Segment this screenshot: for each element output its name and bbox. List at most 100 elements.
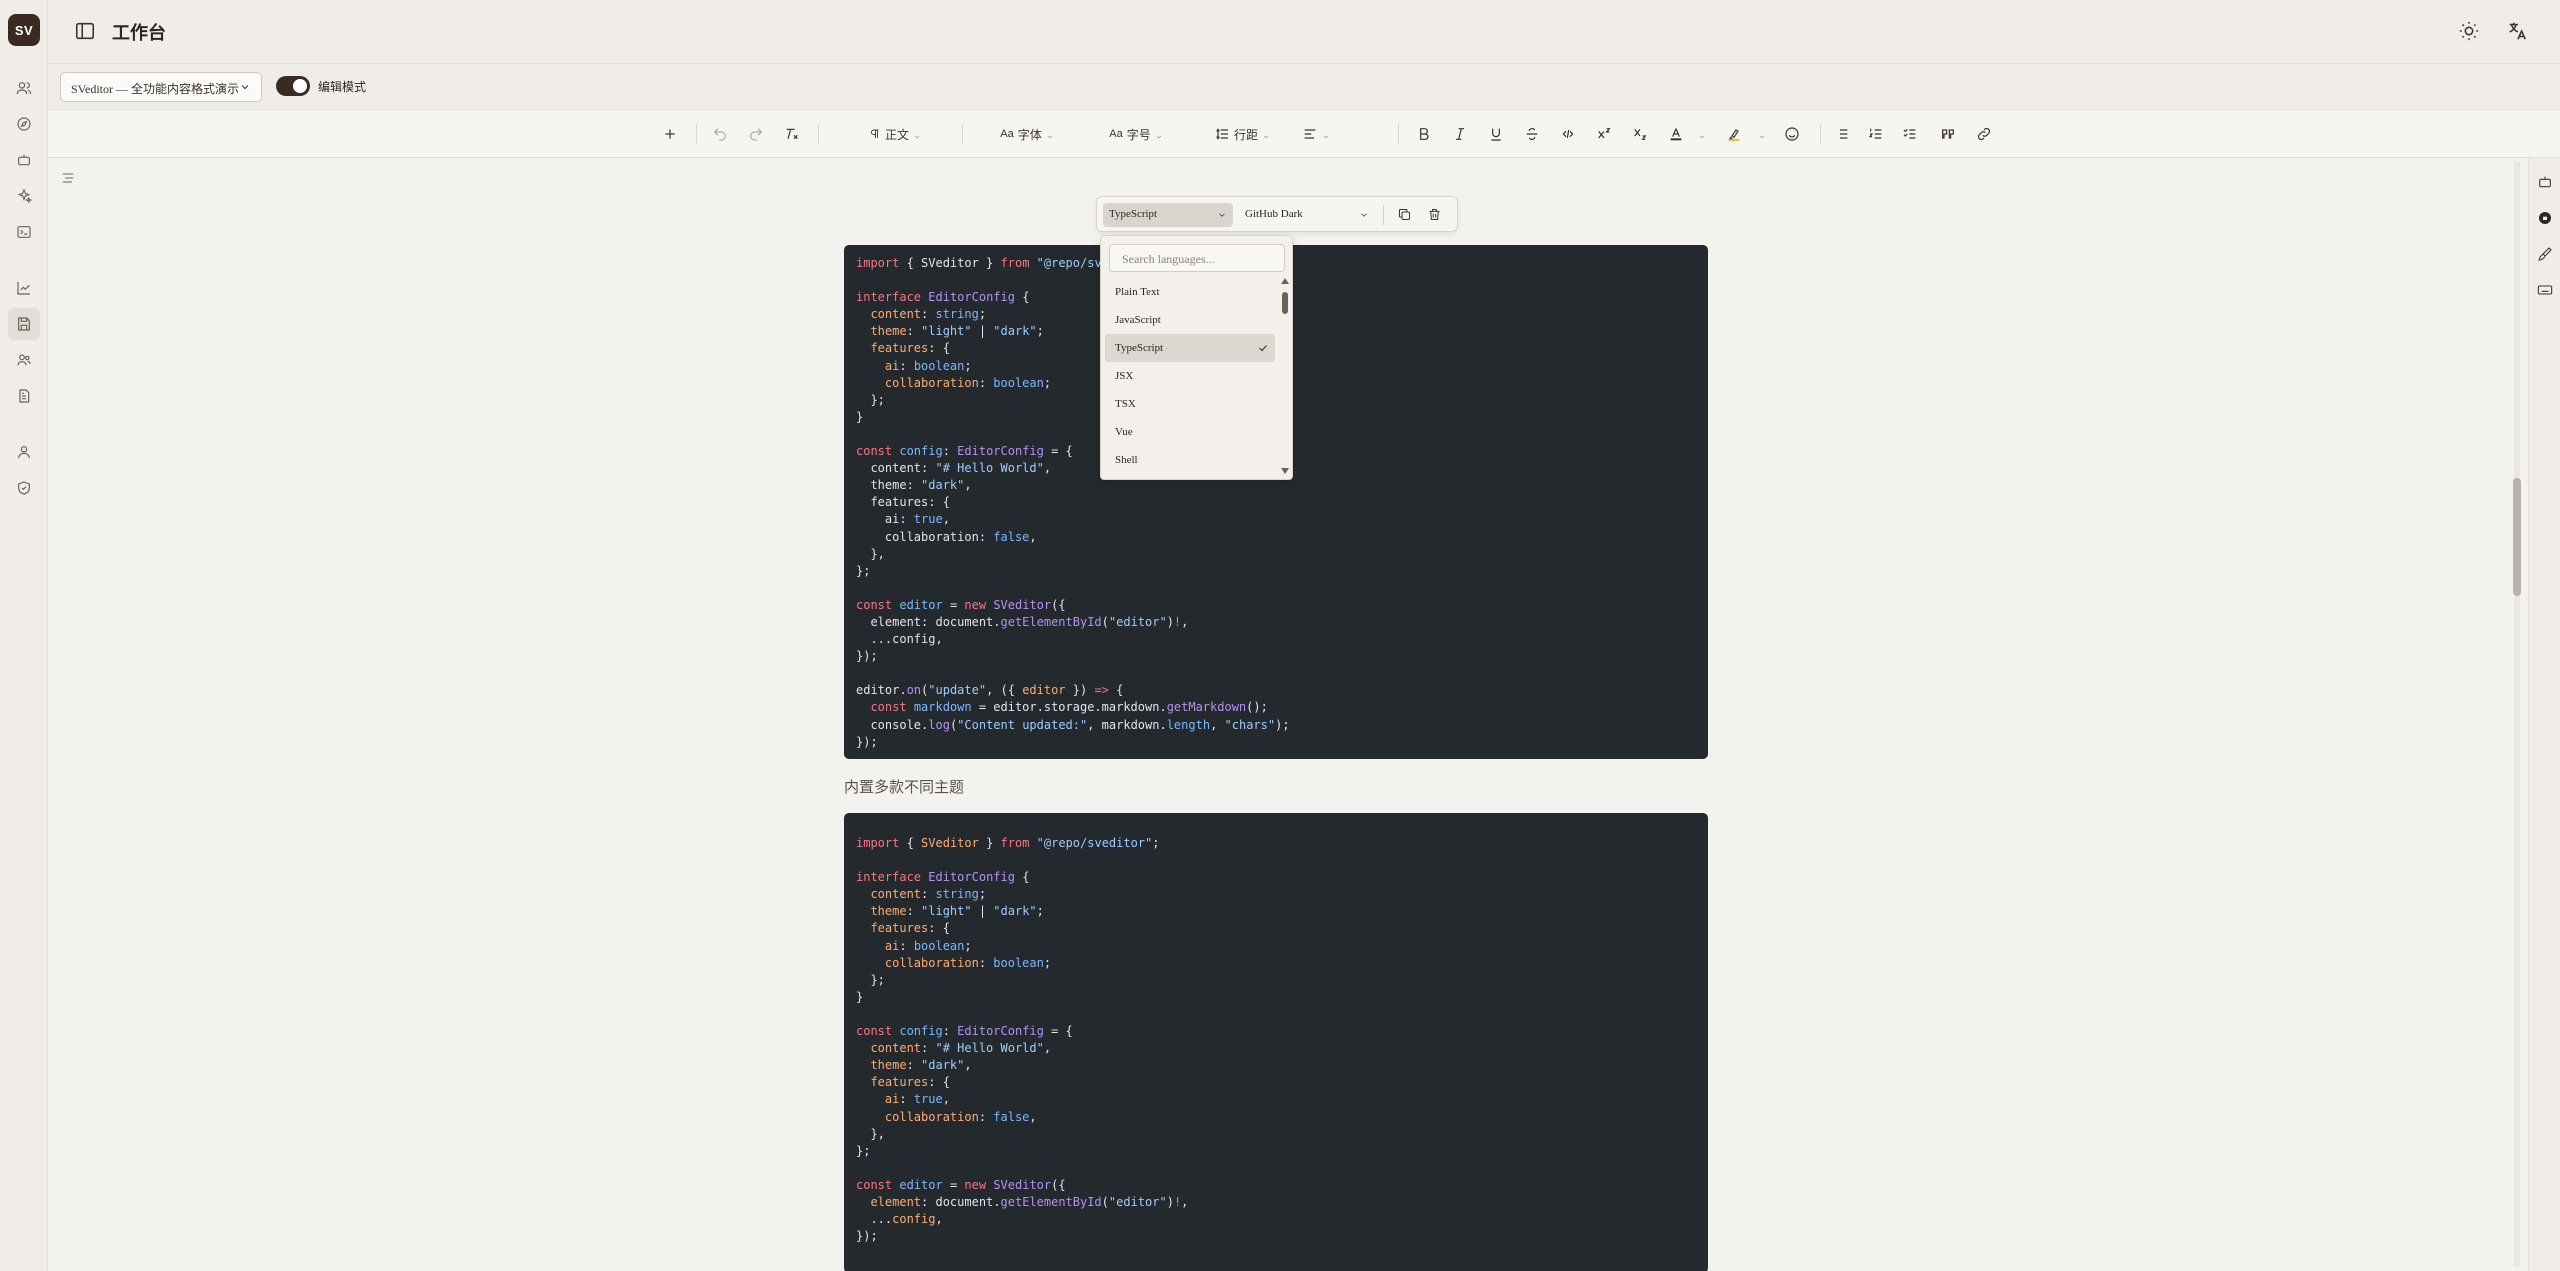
chevron-down-icon xyxy=(1217,210,1227,220)
sidebar-toggle-icon[interactable] xyxy=(74,20,96,42)
italic-icon xyxy=(1456,128,1464,140)
theme-select[interactable]: GitHub Dark xyxy=(1241,203,1375,227)
ordered-list-icon xyxy=(1868,128,1882,139)
text-color-dropdown[interactable] xyxy=(1694,122,1706,146)
shield-icon[interactable] xyxy=(12,476,36,500)
text-color-button[interactable] xyxy=(1664,122,1688,146)
italic-button[interactable] xyxy=(1448,122,1472,146)
robot-icon[interactable] xyxy=(12,148,36,172)
bullet-list-button[interactable] xyxy=(1830,122,1854,146)
task-list-icon xyxy=(1903,128,1916,139)
code-block[interactable]: import { SVeditor } from "@repo/sveditor… xyxy=(844,813,1708,1271)
font-size-label: 字号 xyxy=(1126,127,1151,142)
language-option[interactable]: Shell xyxy=(1105,446,1275,474)
right-rail xyxy=(2528,158,2560,1271)
language-option[interactable]: JavaScript xyxy=(1105,306,1275,334)
font-family-button[interactable]: Aa 字体 xyxy=(992,122,1062,146)
align-left-icon xyxy=(1304,129,1316,139)
terminal-icon[interactable] xyxy=(12,220,36,244)
link-button[interactable] xyxy=(1972,122,1996,146)
smile-icon xyxy=(1785,127,1799,141)
clear-format-icon xyxy=(786,128,798,140)
page-scrollbar[interactable] xyxy=(2512,162,2522,1267)
outline-icon[interactable] xyxy=(60,170,80,190)
scroll-up-icon[interactable] xyxy=(1281,278,1289,284)
blockquote-button[interactable] xyxy=(1936,122,1960,146)
language-option[interactable]: Vue xyxy=(1105,418,1275,446)
user-icon[interactable] xyxy=(12,440,36,464)
chevron-down-icon xyxy=(1698,130,1706,139)
highlight-dropdown[interactable] xyxy=(1754,122,1766,146)
dropdown-scrollbar[interactable] xyxy=(1280,278,1290,474)
robot-icon[interactable] xyxy=(2537,174,2553,190)
chart-icon[interactable] xyxy=(12,276,36,300)
language-select[interactable]: TypeScript xyxy=(1103,203,1233,227)
users-icon[interactable] xyxy=(12,76,36,100)
document-icon[interactable] xyxy=(12,384,36,408)
bold-button[interactable] xyxy=(1412,122,1436,146)
document-bar: SVeditor — 全功能内容格式演示 编辑模式 xyxy=(48,64,2560,110)
language-option[interactable]: JSX xyxy=(1105,362,1275,390)
chevron-down-icon xyxy=(913,130,921,139)
emoji-button[interactable] xyxy=(1780,122,1804,146)
left-rail: SV xyxy=(0,0,48,1271)
edit-mode-toggle[interactable] xyxy=(276,76,310,96)
subscript-button[interactable] xyxy=(1628,122,1652,146)
chevron-down-icon xyxy=(1155,130,1163,139)
trash-icon[interactable] xyxy=(1427,207,1443,223)
font-family-label: 字体 xyxy=(1017,127,1042,142)
chevron-down-icon xyxy=(1262,130,1270,139)
underline-button[interactable] xyxy=(1484,122,1508,146)
chevron-down-icon xyxy=(1046,130,1054,139)
scroll-down-icon[interactable] xyxy=(1281,468,1289,474)
bullet-list-icon xyxy=(1836,129,1848,139)
edit-mode-label: 编辑模式 xyxy=(318,80,367,94)
chevron-down-icon xyxy=(1758,130,1766,139)
language-list: Plain Text JavaScript TypeScript JSX TSX… xyxy=(1101,278,1279,474)
insert-button[interactable] xyxy=(658,122,682,146)
superscript-button[interactable] xyxy=(1592,122,1616,146)
undo-button[interactable] xyxy=(708,122,732,146)
language-search-input[interactable]: Search languages... xyxy=(1109,244,1285,272)
language-option[interactable]: Plain Text xyxy=(1105,278,1275,306)
keyboard-icon[interactable] xyxy=(2537,282,2553,298)
team-icon[interactable] xyxy=(12,348,36,372)
language-option[interactable]: TSX xyxy=(1105,390,1275,418)
font-icon: Aa xyxy=(1000,128,1014,140)
scrollbar-thumb[interactable] xyxy=(1282,292,1288,314)
language-option-selected[interactable]: TypeScript xyxy=(1105,334,1275,362)
ai-assistant-icon[interactable] xyxy=(2537,210,2553,226)
header: 工作台 xyxy=(48,0,2560,64)
app-logo[interactable]: SV xyxy=(8,14,40,46)
scrollbar-thumb[interactable] xyxy=(2513,478,2521,596)
copy-icon[interactable] xyxy=(1397,207,1413,223)
strikethrough-button[interactable] xyxy=(1520,122,1544,146)
compass-icon[interactable] xyxy=(12,112,36,136)
paragraph-style-button[interactable]: 正文 xyxy=(860,122,930,146)
font-size-button[interactable]: Aa 字号 xyxy=(1100,122,1172,146)
theme-caption: 内置多款不同主题 xyxy=(844,780,965,796)
clear-format-button[interactable] xyxy=(780,122,804,146)
redo-button[interactable] xyxy=(744,122,768,146)
ordered-list-button[interactable] xyxy=(1864,122,1888,146)
save-icon[interactable] xyxy=(8,308,40,340)
task-list-button[interactable] xyxy=(1898,122,1922,146)
bold-icon xyxy=(1420,128,1429,140)
translate-icon[interactable] xyxy=(2506,20,2528,42)
highlighter-icon xyxy=(1728,129,1740,141)
highlight-button[interactable] xyxy=(1722,122,1746,146)
sparkles-icon[interactable] xyxy=(12,184,36,208)
line-height-label: 行距 xyxy=(1233,127,1258,142)
chevron-down-icon xyxy=(1359,210,1369,220)
underline-icon xyxy=(1491,128,1501,141)
document-select-value: SVeditor — 全功能内容格式演示 xyxy=(71,82,240,96)
document-select[interactable]: SVeditor — 全功能内容格式演示 xyxy=(60,72,262,102)
sun-icon[interactable] xyxy=(2458,20,2480,42)
font-size-icon: Aa xyxy=(1109,128,1123,140)
chevron-down-icon xyxy=(1322,130,1330,139)
line-height-button[interactable]: 行距 xyxy=(1204,122,1280,146)
align-button[interactable] xyxy=(1296,122,1336,146)
brush-icon[interactable] xyxy=(2537,246,2553,262)
link-icon xyxy=(1977,127,1991,141)
inline-code-button[interactable] xyxy=(1556,122,1580,146)
